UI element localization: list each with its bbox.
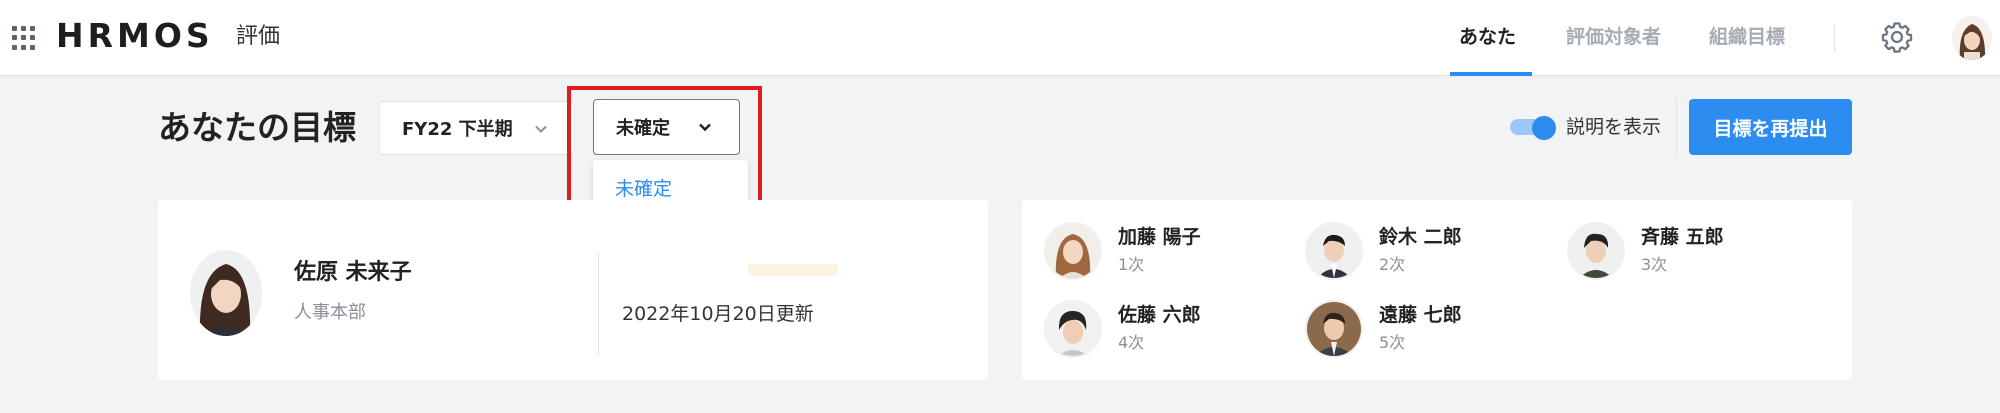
page-title: あなたの目標 xyxy=(158,108,356,147)
approver-level: 2次 xyxy=(1379,255,1406,274)
gear-icon[interactable] xyxy=(1880,20,1914,54)
card-divider xyxy=(598,252,599,356)
approver-level: 5次 xyxy=(1379,333,1406,352)
approver-name: 斉藤 五郎 xyxy=(1641,226,1724,248)
user-summary-card: 佐原 未来子 人事本部 2022年10月20日更新 xyxy=(158,200,988,380)
approver-level: 3次 xyxy=(1641,255,1668,274)
resubmit-goals-button[interactable]: 目標を再提出 xyxy=(1689,99,1852,155)
approver-name: 鈴木 二郎 xyxy=(1379,226,1462,248)
user-department: 人事本部 xyxy=(294,302,366,323)
product-name: 評価 xyxy=(236,24,281,49)
period-select-value: FY22 下半期 xyxy=(402,119,513,140)
approver-avatar xyxy=(1305,300,1363,358)
user-avatar xyxy=(190,250,262,336)
show-description-toggle[interactable] xyxy=(1506,114,1556,140)
current-user-avatar[interactable] xyxy=(1952,16,1992,60)
approver-name: 遠藤 七郎 xyxy=(1379,304,1462,326)
approver-avatar xyxy=(1567,222,1625,280)
app-grid-icon[interactable] xyxy=(12,26,36,50)
chevron-down-icon xyxy=(535,125,547,133)
approvers-card: 加藤 陽子 1次 鈴木 二郎 2次 斉藤 五郎 3次 佐藤 六郎 4次 遠藤 七… xyxy=(1022,200,1852,380)
approver-avatar xyxy=(1305,222,1363,280)
approver-name: 加藤 陽子 xyxy=(1118,226,1201,248)
approver-avatar xyxy=(1044,222,1102,280)
approver-avatar xyxy=(1044,300,1102,358)
active-tab-indicator xyxy=(1450,72,1532,76)
period-select[interactable]: FY22 下半期 xyxy=(379,101,575,155)
user-name: 佐原 未来子 xyxy=(294,260,412,285)
tab-you[interactable]: あなた xyxy=(1459,22,1516,52)
tab-evaluatees[interactable]: 評価対象者 xyxy=(1566,22,1661,52)
approver-level: 4次 xyxy=(1118,333,1145,352)
toggle-label: 説明を表示 xyxy=(1566,116,1662,138)
approver-name: 佐藤 六郎 xyxy=(1118,304,1201,326)
status-badge xyxy=(748,264,838,276)
hrmos-logo[interactable]: HRMOS xyxy=(56,16,214,56)
nav-divider xyxy=(1834,24,1835,52)
approver-level: 1次 xyxy=(1118,255,1145,274)
updated-date: 2022年10月20日更新 xyxy=(622,303,814,325)
tab-org-goals[interactable]: 組織目標 xyxy=(1709,22,1785,52)
toolbar-divider xyxy=(1676,97,1677,155)
app-header: HRMOS 評価 あなた 評価対象者 組織目標 xyxy=(0,0,2000,76)
